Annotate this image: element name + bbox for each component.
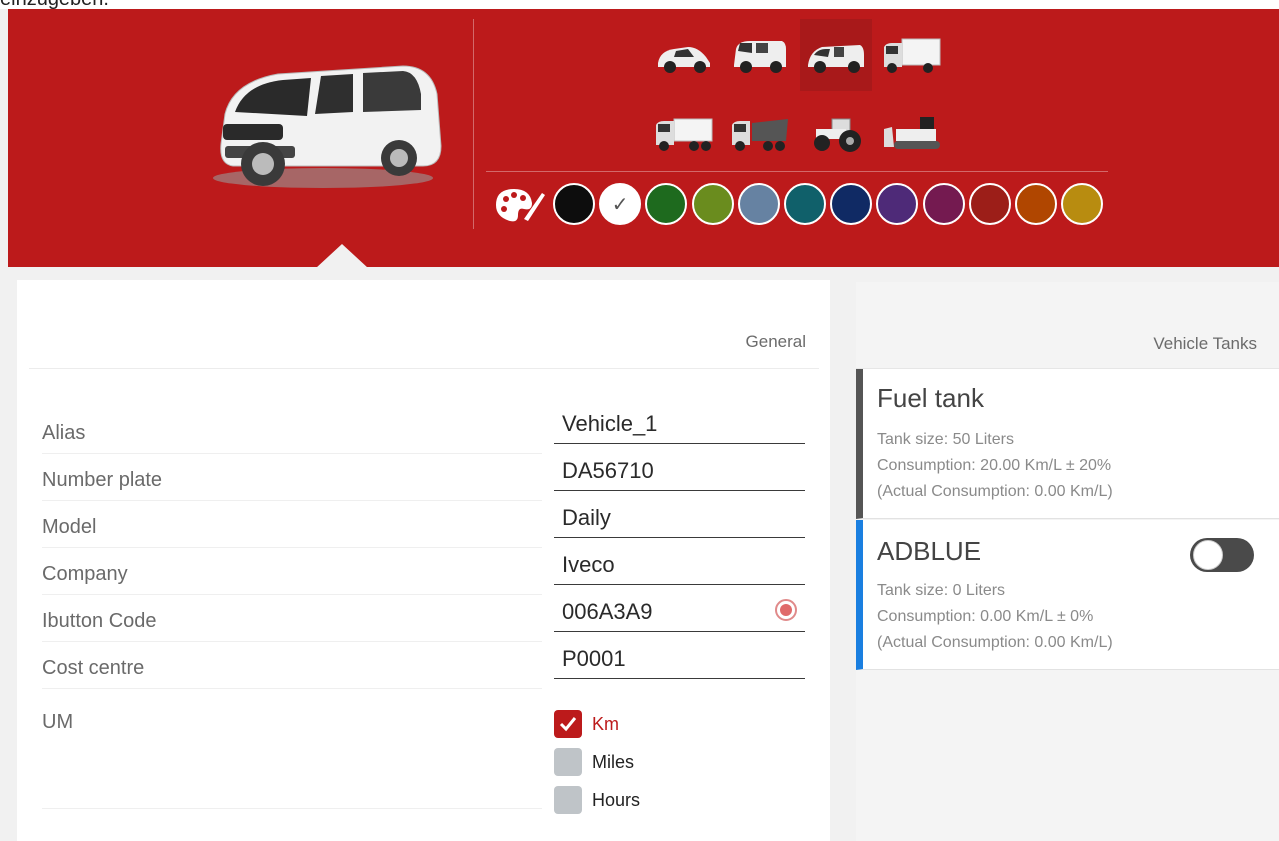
check-icon [559,717,577,732]
color-swatch[interactable] [784,183,826,225]
text-field[interactable]: 006A3A9 [554,586,805,632]
vehicle-type-selector [648,19,948,169]
tank-consumption: Consumption: 0.00 Km/L ± 0% [877,608,1094,625]
color-swatch[interactable]: ✓ [599,183,642,225]
check-icon: ✓ [611,193,629,216]
tank-card-adblue[interactable]: ADBLUE Tank size: 0 Liters Consumption: … [856,520,1279,670]
um-row-line [42,808,542,809]
adblue-toggle[interactable] [1190,538,1254,572]
color-swatch[interactable] [645,183,688,225]
row-line [42,500,542,501]
checkbox[interactable] [554,748,582,776]
vehicle-tanks-title: Vehicle Tanks [1153,334,1257,353]
tank-consumption: Consumption: 20.00 Km/L ± 20% [877,457,1112,474]
field-value: Daily [562,505,611,530]
row-line [42,641,542,642]
ibutton-read-icon[interactable] [775,599,797,621]
vehicle-type-small-van[interactable] [724,19,796,91]
palette-icon [496,189,545,222]
color-swatch[interactable] [830,183,873,225]
field-label: Company [42,563,128,585]
vehicle-type-box-truck[interactable] [876,19,948,91]
color-swatch[interactable] [1061,183,1104,225]
vehicle-tanks-panel: Vehicle Tanks Fuel tank Tank size: 50 Li… [856,282,1279,841]
field-value: Vehicle_1 [562,411,658,436]
small-van-icon [734,41,786,73]
vehicle-type-car[interactable] [648,19,720,91]
vehicle-type-van[interactable] [800,19,872,91]
record-dot-icon [780,604,792,616]
um-option-label: Hours [592,789,641,810]
um-option[interactable]: Km [554,710,619,738]
tank-actual-consumption: (Actual Consumption: 0.00 Km/L) [877,483,1113,500]
dump-truck-icon [732,119,788,151]
row-line [42,688,542,689]
bulldozer-icon [884,117,940,149]
text-field[interactable]: P0001 [554,633,805,679]
um-option[interactable]: Hours [554,786,640,814]
tank-size: Tank size: 0 Liters [877,582,1006,599]
field-label: Model [42,516,97,538]
field-label: Number plate [42,469,163,491]
tank-name: Fuel tank [877,383,984,413]
main-vehicle-image [213,65,442,188]
header-pointer [316,244,368,268]
field-value: P0001 [562,646,626,671]
um-label: UM [42,711,74,733]
checkbox[interactable] [554,710,582,738]
van-icon [808,45,864,73]
field-label: Cost centre [42,657,145,679]
color-swatch[interactable] [1015,183,1057,225]
vehicle-type-bulldozer[interactable] [876,97,948,169]
field-value: 006A3A9 [562,599,653,624]
row-line [42,453,542,454]
general-panel: General Alias Vehicle_1 Number plate DA5671… [17,280,830,841]
color-swatch[interactable] [876,183,919,225]
color-swatch[interactable] [691,183,734,225]
field-value: Iveco [562,552,615,577]
car-icon [658,47,710,73]
color-swatch[interactable] [922,183,965,225]
vehicle-header: ✓ [8,9,1279,268]
semi-truck-icon [656,118,713,151]
general-title: General [745,332,806,351]
color-swatch[interactable] [968,183,1011,225]
box-truck-icon [884,38,941,73]
tank-card-fuel[interactable]: Fuel tank Tank size: 50 Liters Consumpti… [856,369,1279,519]
field-label: Ibutton Code [42,610,157,632]
um-option-label: Miles [592,751,635,772]
checkbox[interactable] [554,786,582,814]
um-option[interactable]: Miles [554,748,634,776]
tank-name: ADBLUE [877,536,982,566]
text-field[interactable]: DA56710 [554,445,805,491]
tractor-icon [814,118,861,152]
row-line [42,594,542,595]
row-line [42,547,542,548]
vehicle-type-tractor[interactable] [800,97,872,169]
text-field[interactable]: Daily [554,492,805,538]
vehicle-type-dump-truck[interactable] [724,97,796,169]
header-divider [473,19,474,229]
color-swatch[interactable] [553,183,595,225]
tank-actual-consumption: (Actual Consumption: 0.00 Km/L) [877,634,1113,651]
general-separator [29,368,819,369]
field-label: Alias [42,422,86,444]
text-field[interactable]: Vehicle_1 [554,398,805,444]
toggle-knob [1193,540,1223,570]
tank-size: Tank size: 50 Liters [877,431,1014,448]
text-field[interactable]: Iveco [554,539,805,585]
um-option-label: Km [592,713,619,734]
palette-divider [486,171,1108,172]
field-value: DA56710 [562,458,654,483]
color-swatch[interactable] [737,183,780,225]
top-strip: einzugeben. [0,0,1279,10]
vehicle-type-semi-truck[interactable] [648,97,720,169]
